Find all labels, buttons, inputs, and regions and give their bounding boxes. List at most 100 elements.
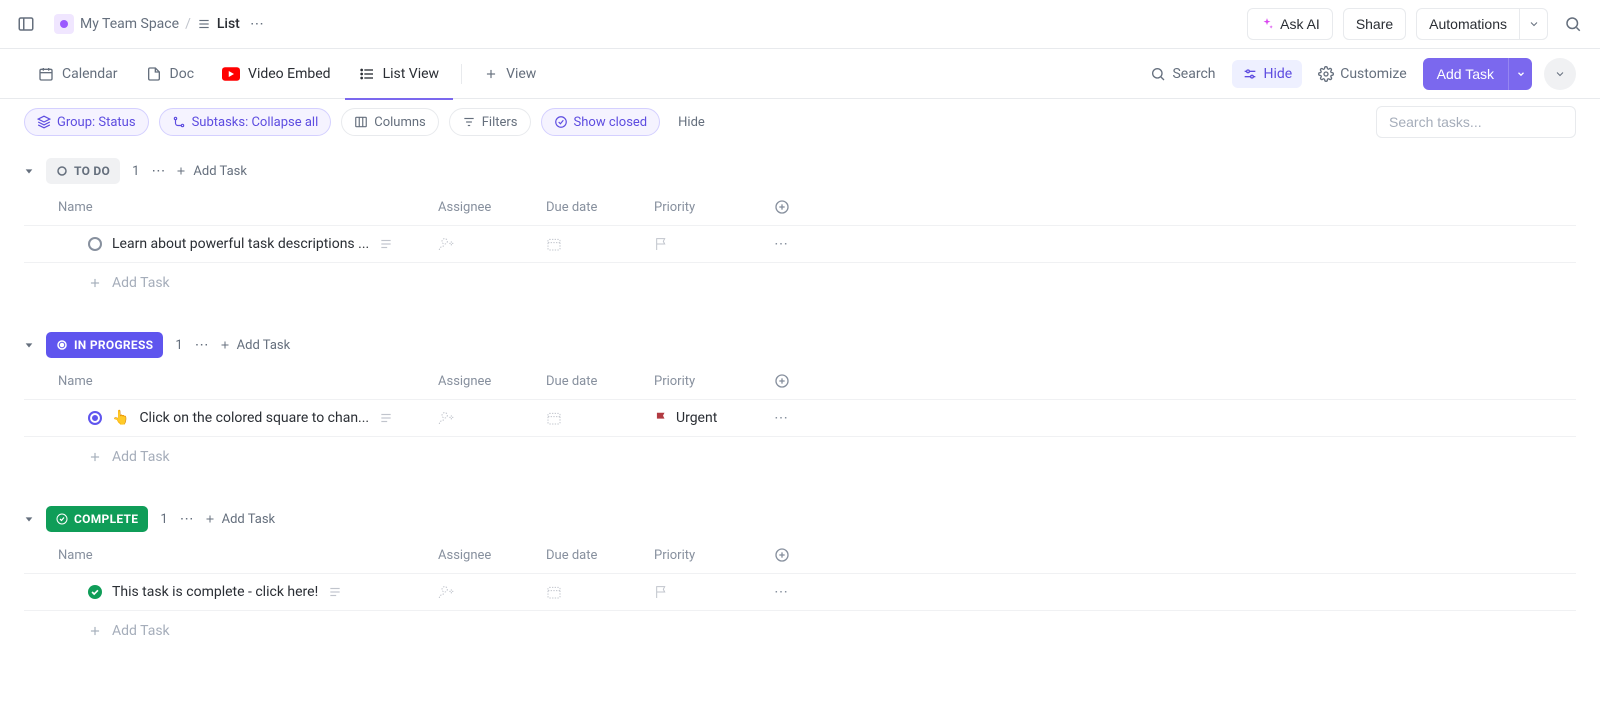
collapse-button[interactable] (24, 166, 34, 176)
group-add-task-button[interactable]: Add Task (175, 164, 247, 179)
search-tasks-button[interactable]: Search (1140, 60, 1225, 88)
group-add-task-label: Add Task (222, 512, 276, 527)
subtasks-pill[interactable]: Subtasks: Collapse all (159, 108, 332, 136)
show-closed-pill[interactable]: Show closed (541, 108, 661, 136)
group-more-button[interactable]: ⋯ (151, 163, 165, 179)
check-icon (90, 587, 100, 597)
chevron-down-icon (1554, 68, 1566, 80)
calendar-icon (546, 236, 562, 252)
task-status-circle[interactable] (88, 585, 102, 599)
add-task-inline[interactable]: Add Task (24, 611, 1576, 651)
view-more-menu-button[interactable] (1544, 58, 1576, 90)
breadcrumb-space[interactable]: My Team Space (80, 16, 179, 32)
col-priority-header[interactable]: Priority (654, 374, 774, 389)
group-count: 1 (175, 338, 182, 353)
task-status-circle[interactable] (88, 237, 102, 251)
priority-cell[interactable]: Urgent (654, 410, 774, 426)
col-due-header[interactable]: Due date (546, 200, 654, 215)
breadcrumb-list[interactable]: List (217, 16, 240, 32)
group-add-task-button[interactable]: Add Task (204, 512, 276, 527)
doc-icon (146, 66, 162, 82)
assignee-cell[interactable] (438, 410, 546, 426)
col-assignee-header[interactable]: Assignee (438, 548, 546, 563)
task-row[interactable]: 👆 Click on the colored square to chan...… (24, 400, 1576, 437)
ask-ai-button[interactable]: Ask AI (1247, 8, 1333, 40)
task-row[interactable]: Learn about powerful task descriptions .… (24, 226, 1576, 263)
add-column-button[interactable] (774, 547, 814, 563)
task-more-button[interactable]: ⋯ (774, 410, 814, 426)
col-name-header[interactable]: Name (58, 548, 438, 563)
sidebar-toggle-button[interactable] (12, 10, 40, 38)
collapse-button[interactable] (24, 514, 34, 524)
col-due-header[interactable]: Due date (546, 548, 654, 563)
task-title[interactable]: This task is complete - click here! (112, 584, 318, 600)
group-add-task-button[interactable]: Add Task (219, 338, 291, 353)
group-pill[interactable]: Group: Status (24, 108, 149, 136)
automations-button[interactable]: Automations (1416, 8, 1520, 40)
share-label: Share (1356, 16, 1393, 32)
task-title[interactable]: Learn about powerful task descriptions .… (112, 236, 369, 252)
add-task-inline-label: Add Task (112, 449, 170, 465)
sparkle-icon (1260, 17, 1274, 31)
col-assignee-header[interactable]: Assignee (438, 200, 546, 215)
share-button[interactable]: Share (1343, 8, 1406, 40)
add-task-inline-label: Add Task (112, 275, 170, 291)
check-circle-icon (56, 513, 68, 525)
task-more-button[interactable]: ⋯ (774, 236, 814, 252)
breadcrumb-more-button[interactable]: ⋯ (246, 12, 268, 36)
add-column-button[interactable] (774, 373, 814, 389)
col-priority-header[interactable]: Priority (654, 200, 774, 215)
automations-dropdown-button[interactable] (1520, 8, 1548, 40)
add-task-inline[interactable]: Add Task (24, 437, 1576, 477)
tab-list-view[interactable]: List View (345, 49, 454, 99)
status-badge-todo[interactable]: TO DO (46, 158, 120, 184)
status-badge-complete[interactable]: COMPLETE (46, 506, 148, 532)
col-assignee-header[interactable]: Assignee (438, 374, 546, 389)
due-date-cell[interactable] (546, 584, 654, 600)
add-task-inline-label: Add Task (112, 623, 170, 639)
add-task-inline[interactable]: Add Task (24, 263, 1576, 303)
task-title[interactable]: Click on the colored square to chan... (139, 410, 369, 426)
filters-pill[interactable]: Filters (449, 108, 531, 136)
col-due-header[interactable]: Due date (546, 374, 654, 389)
youtube-icon (222, 67, 240, 81)
add-column-button[interactable] (774, 199, 814, 215)
tab-video-embed[interactable]: Video Embed (208, 49, 345, 99)
global-search-button[interactable] (1558, 9, 1588, 39)
task-more-button[interactable]: ⋯ (774, 584, 814, 600)
col-name-header[interactable]: Name (58, 200, 438, 215)
search-tasks-input[interactable] (1376, 106, 1576, 138)
priority-cell[interactable] (654, 236, 774, 252)
group-more-button[interactable]: ⋯ (195, 337, 209, 353)
customize-button[interactable]: Customize (1308, 60, 1416, 88)
hide-filters-link[interactable]: Hide (678, 115, 705, 130)
assignee-cell[interactable] (438, 236, 546, 252)
columns-icon (354, 115, 368, 129)
group-more-button[interactable]: ⋯ (180, 511, 194, 527)
assignee-cell[interactable] (438, 584, 546, 600)
due-date-cell[interactable] (546, 236, 654, 252)
status-badge-inprogress[interactable]: IN PROGRESS (46, 332, 163, 358)
description-icon[interactable] (379, 237, 393, 251)
gear-icon (1318, 66, 1334, 82)
add-view-button[interactable]: View (470, 49, 550, 99)
columns-header: Name Assignee Due date Priority (24, 189, 1576, 226)
priority-cell[interactable] (654, 584, 774, 600)
tab-list-view-label: List View (383, 66, 440, 82)
description-icon[interactable] (379, 411, 393, 425)
collapse-button[interactable] (24, 340, 34, 350)
tab-doc[interactable]: Doc (132, 49, 209, 99)
list-icon (197, 17, 211, 31)
hide-button[interactable]: Hide (1232, 60, 1303, 88)
status-badge-label: COMPLETE (74, 512, 138, 526)
task-status-circle[interactable] (88, 411, 102, 425)
col-name-header[interactable]: Name (58, 374, 438, 389)
description-icon[interactable] (328, 585, 342, 599)
add-task-button[interactable]: Add Task (1423, 58, 1508, 90)
add-task-dropdown-button[interactable] (1508, 58, 1532, 90)
tab-calendar[interactable]: Calendar (24, 49, 132, 99)
col-priority-header[interactable]: Priority (654, 548, 774, 563)
due-date-cell[interactable] (546, 410, 654, 426)
columns-pill[interactable]: Columns (341, 108, 439, 136)
task-row[interactable]: This task is complete - click here! ⋯ (24, 574, 1576, 611)
